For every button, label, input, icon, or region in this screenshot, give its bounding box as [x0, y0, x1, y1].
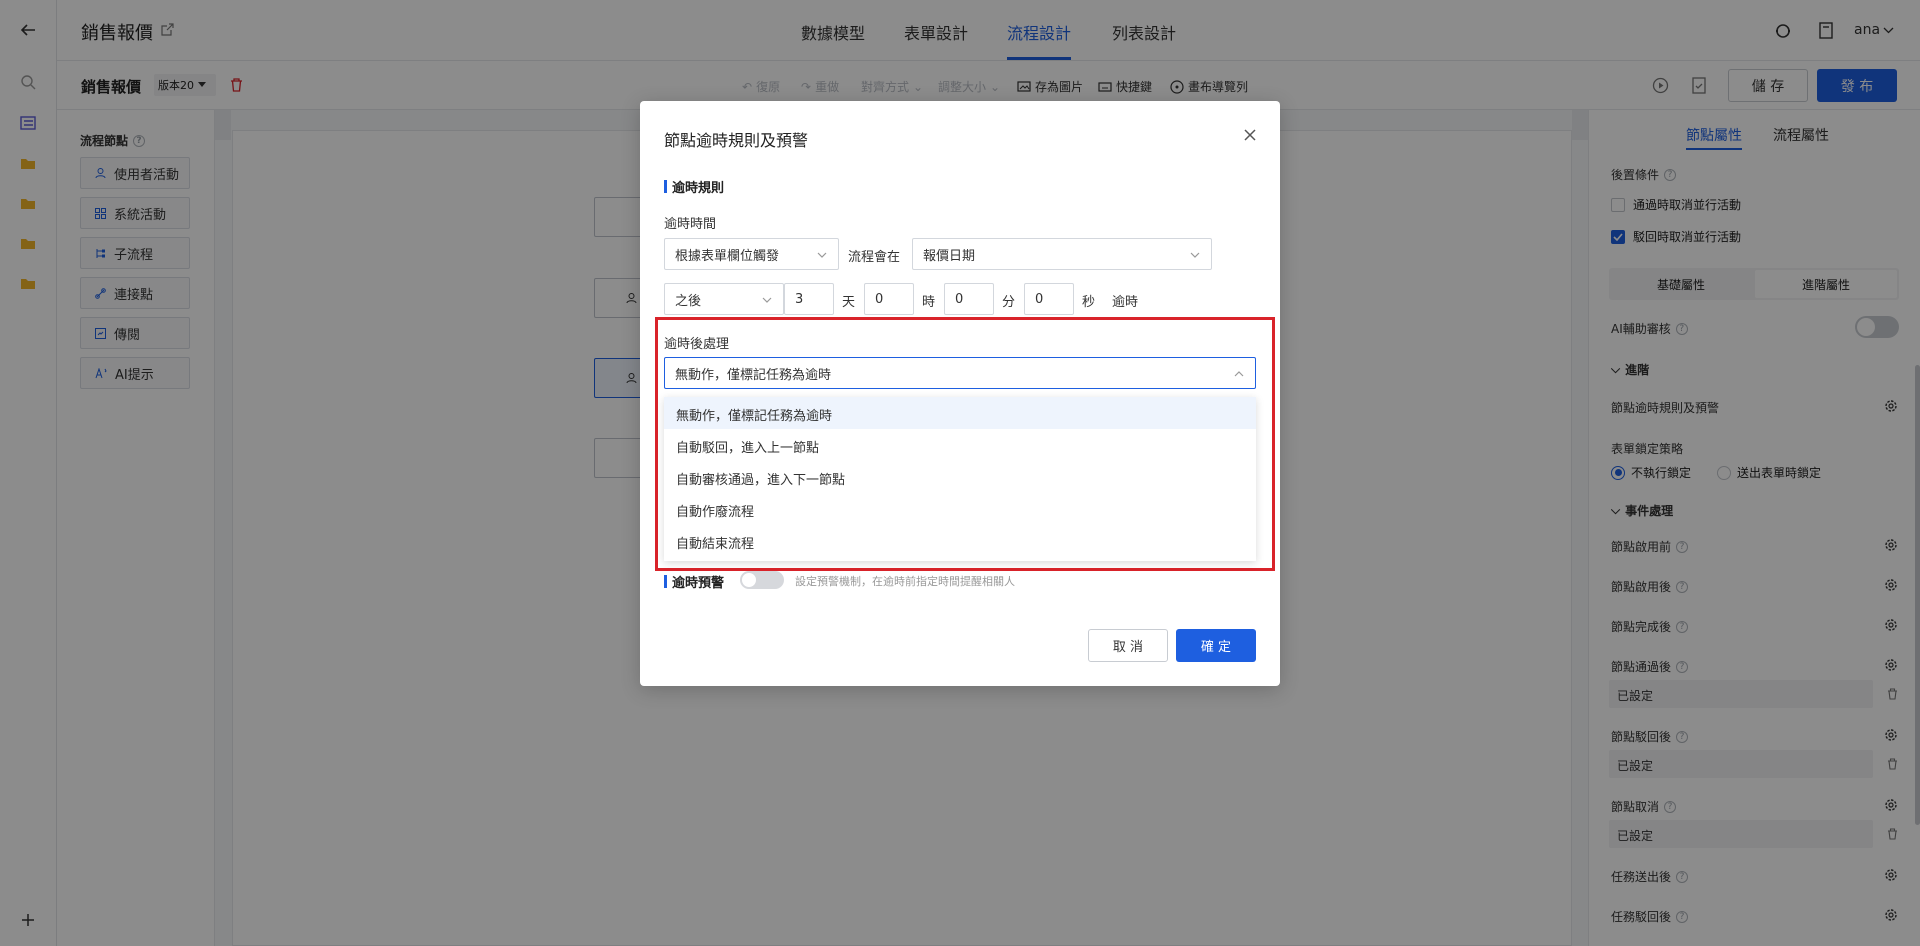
days-unit: 天 — [842, 295, 856, 310]
timeout-time-label: 逾時時間 — [664, 217, 717, 232]
seconds-unit: 秒 — [1082, 295, 1096, 310]
minutes-input[interactable]: 0 — [944, 283, 994, 315]
chevron-up-icon — [1234, 371, 1244, 377]
timeout-suffix: 逾時 — [1112, 295, 1139, 310]
handling-label: 逾時後處理 — [664, 337, 730, 352]
chevron-down-icon — [817, 252, 827, 258]
option-auto-approve[interactable]: 自動審核通過，進入下一節點 — [664, 461, 1256, 493]
option-auto-end[interactable]: 自動結束流程 — [664, 525, 1256, 557]
hours-unit: 時 — [922, 295, 936, 310]
option-auto-reject[interactable]: 自動駁回，進入上一節點 — [664, 429, 1256, 461]
flow-at-label: 流程會在 — [848, 250, 901, 265]
chevron-down-icon — [1190, 252, 1200, 258]
timeout-rule-dialog: 節點逾時規則及預警 逾時規則 逾時時間 根據表單欄位觸發 流程會在 報價日期 之… — [640, 101, 1280, 686]
warning-toggle[interactable] — [740, 571, 784, 589]
close-icon[interactable] — [1244, 129, 1256, 141]
seconds-input[interactable]: 0 — [1024, 283, 1074, 315]
minutes-unit: 分 — [1002, 295, 1016, 310]
trigger-select[interactable]: 根據表單欄位觸發 — [664, 238, 839, 270]
handling-select[interactable]: 無動作，僅標記任務為逾時 — [664, 357, 1256, 389]
cancel-button[interactable]: 取 消 — [1088, 629, 1168, 662]
option-no-action[interactable]: 無動作，僅標記任務為逾時 — [664, 397, 1256, 429]
hours-input[interactable]: 0 — [864, 283, 914, 315]
days-input[interactable]: 3 — [784, 283, 834, 315]
date-field-select[interactable]: 報價日期 — [912, 238, 1212, 270]
dialog-title: 節點逾時規則及預警 — [664, 131, 809, 150]
after-select[interactable]: 之後 — [664, 283, 784, 315]
warning-hint: 設定預警機制，在逾時前指定時間提醒相關人 — [795, 575, 1015, 588]
confirm-button[interactable]: 確 定 — [1176, 629, 1256, 662]
rule-section-title: 逾時規則 — [664, 177, 724, 196]
chevron-down-icon — [762, 297, 772, 303]
option-auto-void[interactable]: 自動作廢流程 — [664, 493, 1256, 525]
toggle-knob — [742, 573, 756, 587]
warning-section-title: 逾時預警 — [664, 572, 724, 591]
